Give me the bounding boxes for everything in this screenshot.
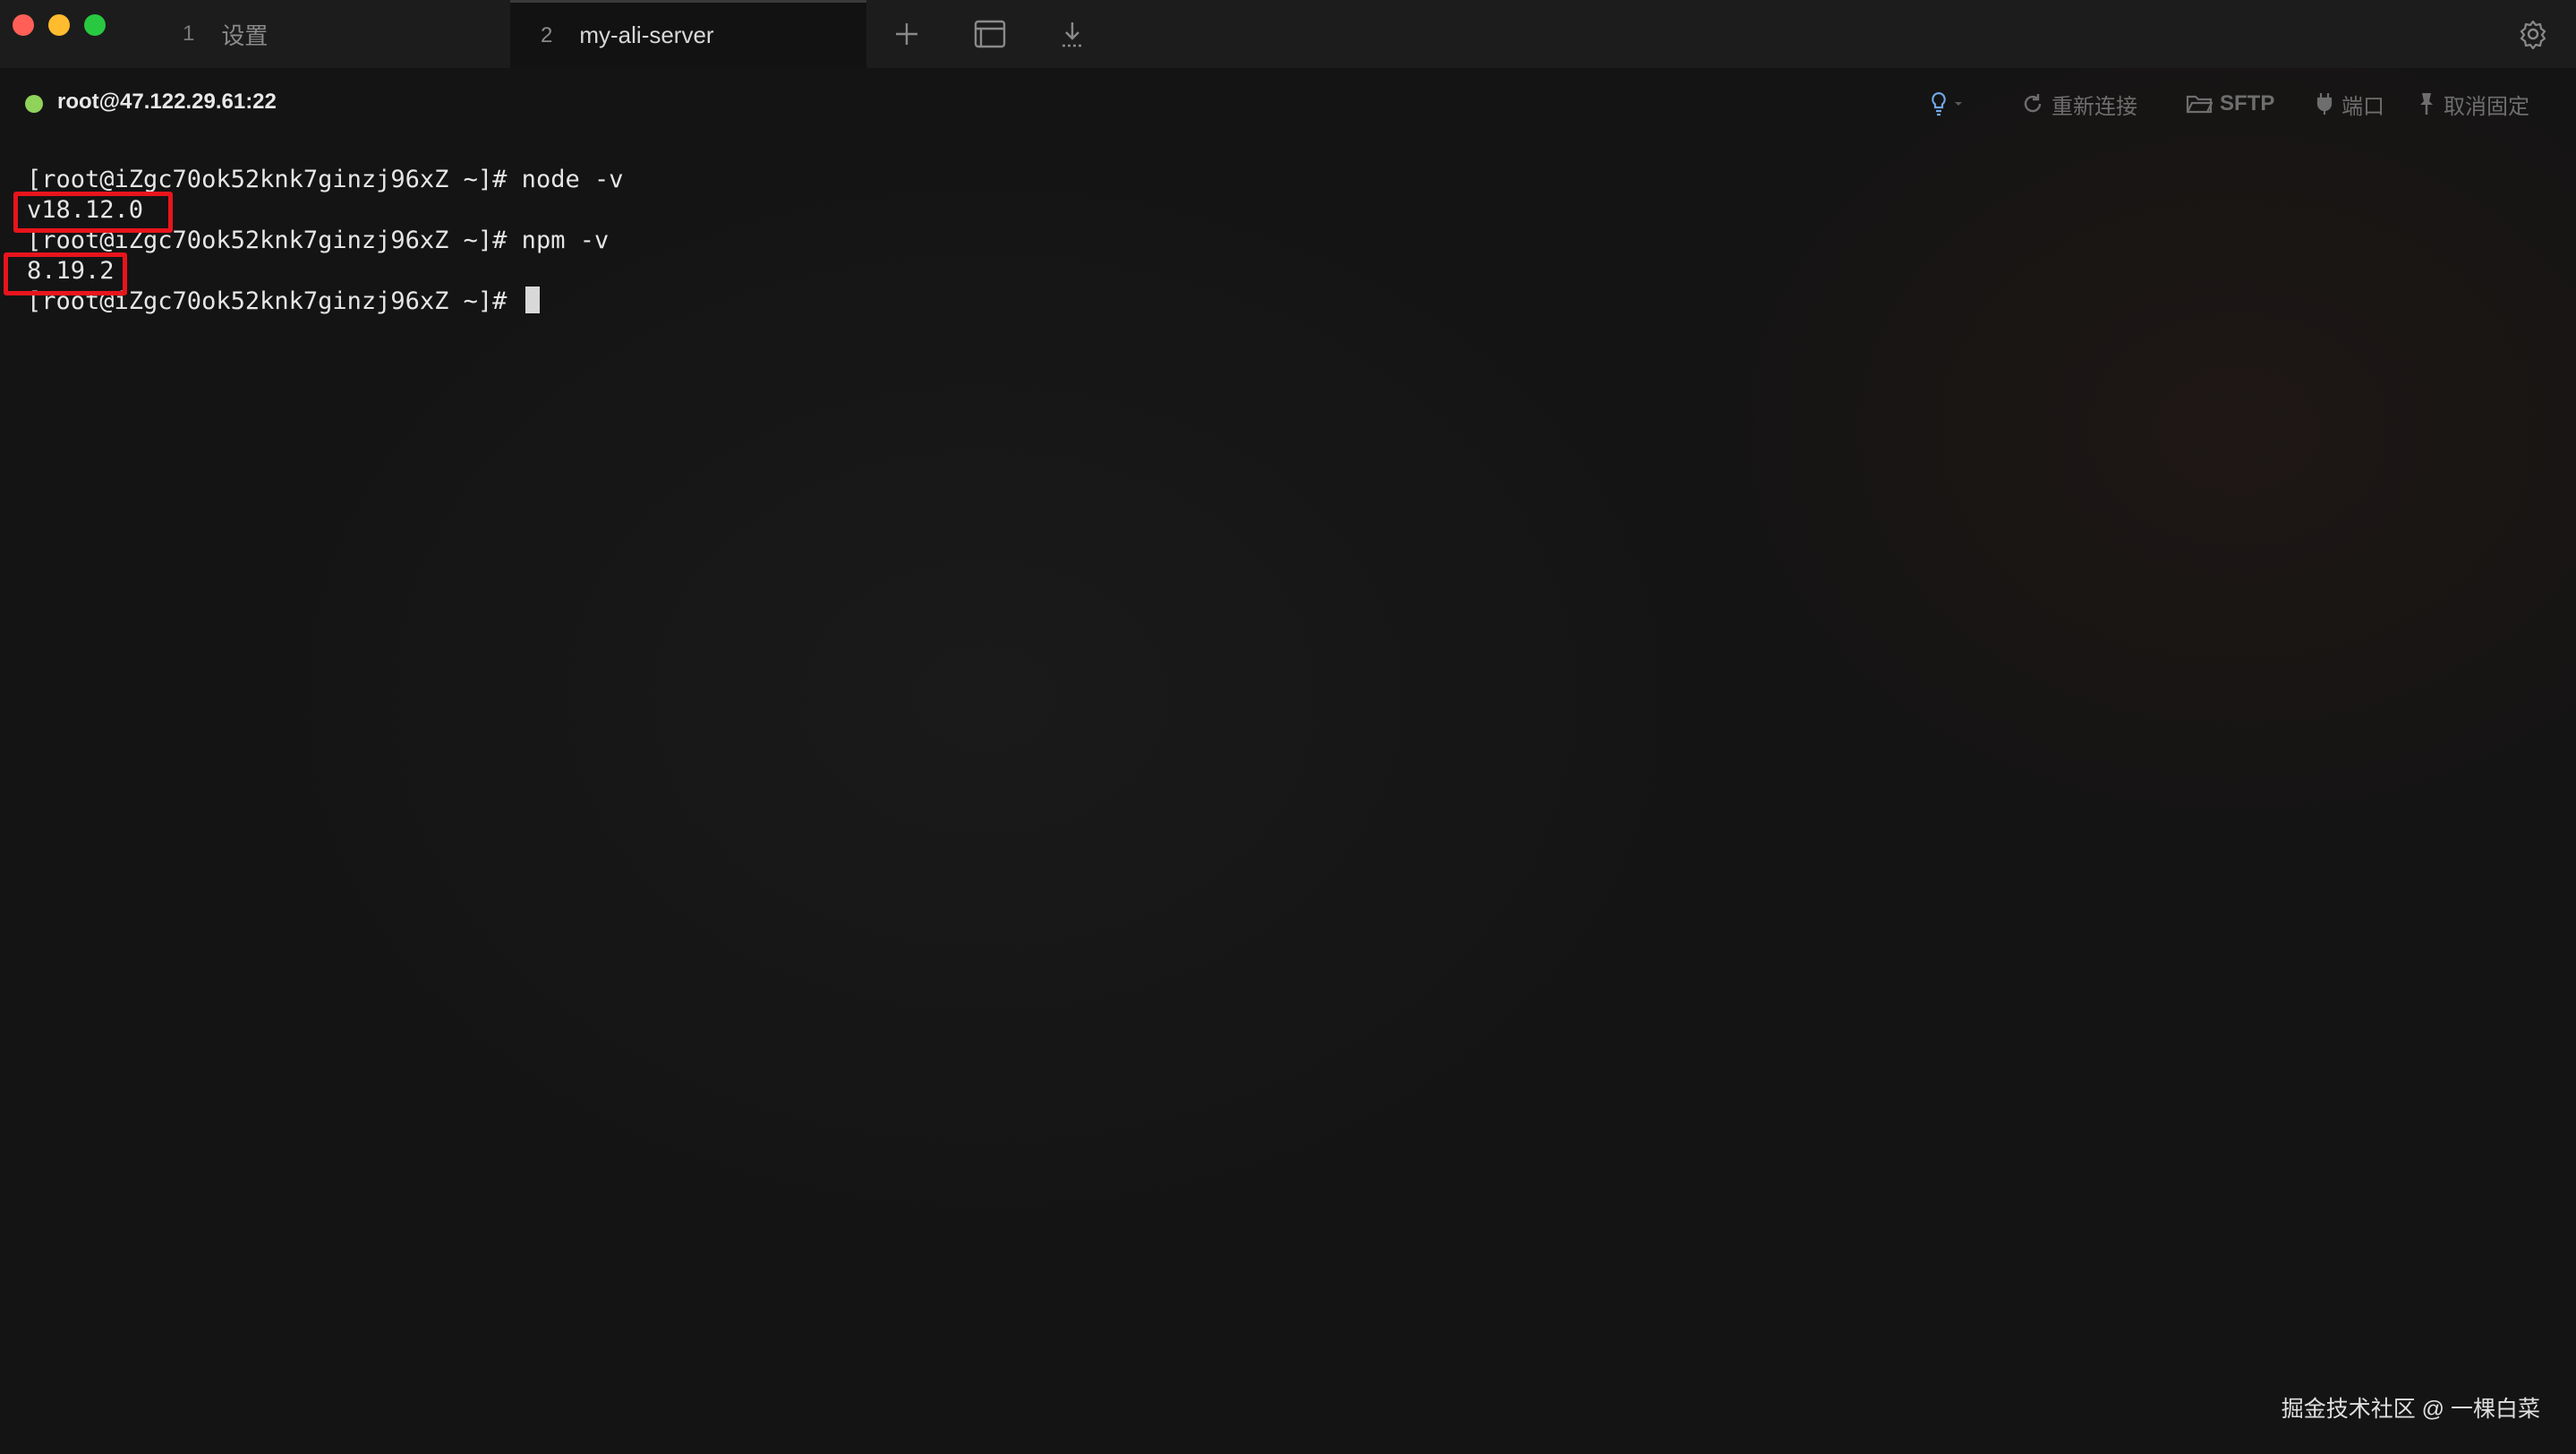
terminal-cursor <box>525 287 540 313</box>
terminal-prompt-line: [root@iZgc70ok52knk7ginzj96xZ ~]# <box>27 287 2533 317</box>
highlight-box-npm-version <box>4 252 127 295</box>
plus-icon[interactable] <box>889 16 925 52</box>
terminal-line: 8.19.2 <box>27 257 115 285</box>
terminal-line: v18.12.0 <box>27 196 144 224</box>
tab-number: 2 <box>541 22 553 47</box>
terminal-output[interactable]: [root@iZgc70ok52knk7ginzj96xZ ~]# node -… <box>27 165 2533 317</box>
close-window-button[interactable] <box>13 14 34 36</box>
unpin-label: 取消固定 <box>2444 94 2529 119</box>
lightbulb-icon <box>1932 91 1962 116</box>
connection-status-dot <box>25 95 43 113</box>
port-label: 端口 <box>2341 94 2384 119</box>
reconnect-label: 重新连接 <box>2051 94 2137 119</box>
terminal-app-window: 1 设置 2 my-ali-server root@47.122.29.61:2… <box>0 0 2576 1454</box>
sftp-button[interactable]: SFTP <box>2186 88 2274 120</box>
session-bar: root@47.122.29.61:22 重新连接 SFTP 端口 取消固定 <box>0 68 2576 140</box>
terminal-line: [root@iZgc70ok52knk7ginzj96xZ ~]# npm -v <box>27 227 610 254</box>
plug-icon <box>2316 93 2333 115</box>
unpin-button[interactable]: 取消固定 <box>2417 88 2529 120</box>
tab-label: my-ali-server <box>579 21 714 48</box>
connection-label: root@47.122.29.61:22 <box>57 90 277 114</box>
gear-icon[interactable] <box>2515 16 2551 52</box>
port-button[interactable]: 端口 <box>2315 88 2384 120</box>
tab-number: 1 <box>183 21 195 46</box>
minimize-window-button[interactable] <box>48 14 70 36</box>
window-icon[interactable] <box>972 16 1008 52</box>
terminal-line: [root@iZgc70ok52knk7ginzj96xZ ~]# node -… <box>27 166 624 193</box>
refresh-icon <box>2024 94 2042 113</box>
title-bar: 1 设置 2 my-ali-server <box>0 0 2576 68</box>
maximize-window-button[interactable] <box>84 14 106 36</box>
watermark: 掘金技术社区 @ 一棵白菜 <box>2281 1397 2540 1422</box>
pin-icon <box>2420 93 2433 115</box>
highlight-box-node-version <box>13 192 173 233</box>
folder-icon <box>2186 95 2213 114</box>
tab-label: 设置 <box>221 21 269 49</box>
tab-my-ali-server[interactable]: 2 my-ali-server <box>510 0 866 68</box>
reconnect-button[interactable]: 重新连接 <box>2021 88 2137 120</box>
sftp-label: SFTP <box>2220 91 2275 115</box>
tab-settings[interactable]: 1 设置 <box>183 0 505 68</box>
hint-dropdown[interactable] <box>1930 88 1973 120</box>
download-icon[interactable] <box>1054 16 1090 52</box>
